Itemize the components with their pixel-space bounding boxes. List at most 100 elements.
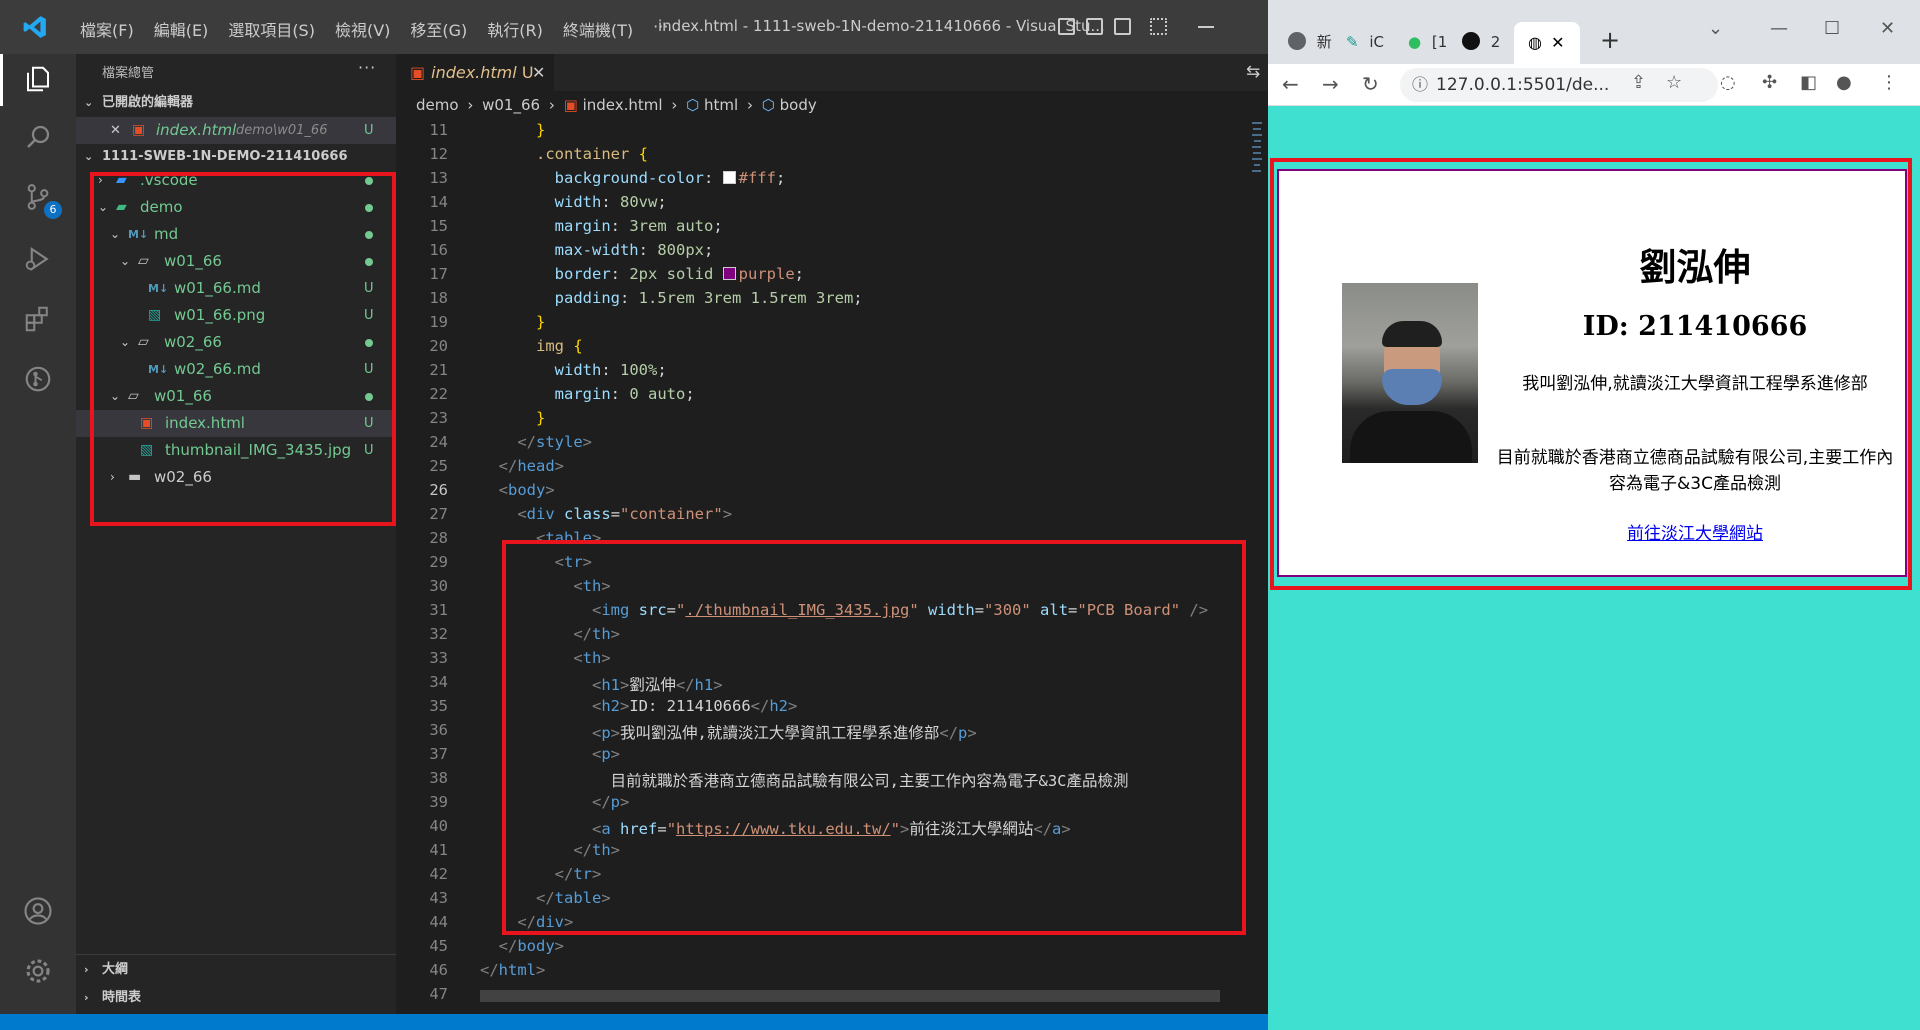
timeline-label: 時間表 xyxy=(102,990,142,1005)
breadcrumb-item[interactable]: body xyxy=(780,96,817,114)
chrome-icon xyxy=(1288,32,1306,50)
new-tab-button[interactable]: + xyxy=(1600,26,1620,54)
html-file-icon: ▣ xyxy=(132,122,146,138)
code-line: </body> xyxy=(498,937,565,955)
close-icon[interactable]: ✕ xyxy=(110,117,121,144)
browser-tab-label: 新 xyxy=(1316,33,1332,51)
tab-search-icon[interactable]: ⌄ xyxy=(1708,18,1723,39)
menu-file[interactable]: 檔案(F) xyxy=(70,17,144,41)
customize-layout-icon[interactable] xyxy=(1150,18,1167,35)
explorer-icon[interactable] xyxy=(22,64,54,96)
reload-icon[interactable]: ↻ xyxy=(1362,72,1379,96)
back-icon[interactable]: ← xyxy=(1282,72,1299,96)
site-info-icon[interactable]: ⓘ xyxy=(1412,68,1428,102)
run-debug-icon[interactable] xyxy=(22,244,54,276)
color-swatch[interactable] xyxy=(722,267,736,280)
bookmark-star-icon[interactable]: ☆ xyxy=(1666,72,1682,93)
browser-tab[interactable]: ● [1 xyxy=(1408,28,1447,56)
side-panel-icon[interactable]: ◧ xyxy=(1800,72,1817,93)
explorer-more-icon[interactable]: ··· xyxy=(358,58,376,77)
highlight-box-code xyxy=(502,540,1246,935)
account-icon[interactable] xyxy=(22,896,54,928)
browser-tab[interactable]: ✎ iC xyxy=(1346,28,1384,56)
extensions-icon[interactable] xyxy=(22,304,54,336)
close-tab-icon[interactable]: ✕ xyxy=(1551,33,1564,52)
line-number: 30 xyxy=(429,577,448,595)
line-number: 39 xyxy=(429,793,448,811)
status-bar xyxy=(0,1014,1268,1030)
vscode-logo-icon xyxy=(23,16,46,38)
toggle-secondary-sidebar-icon[interactable] xyxy=(1114,18,1131,35)
menu-go[interactable]: 移至(G) xyxy=(400,17,477,41)
scm-badge: 6 xyxy=(44,201,62,219)
line-number: 23 xyxy=(429,409,448,427)
open-editors-section[interactable]: ⌄ 已開啟的編輯器 xyxy=(76,90,396,116)
browser-tab[interactable]: 2 xyxy=(1462,28,1500,56)
horizontal-scrollbar[interactable] xyxy=(480,990,1220,1002)
manage-gear-icon[interactable] xyxy=(22,956,54,988)
browser-tab-label: iC xyxy=(1369,33,1385,51)
code-line: .container { xyxy=(536,145,649,163)
git-graph-icon[interactable] xyxy=(22,364,54,396)
code-line: </style> xyxy=(517,433,593,451)
menu-selection[interactable]: 選取項目(S) xyxy=(218,17,325,41)
line-number: 21 xyxy=(429,361,448,379)
search-icon[interactable] xyxy=(22,122,54,154)
minimap[interactable] xyxy=(1250,119,1264,219)
menu-view[interactable]: 檢視(V) xyxy=(325,17,400,41)
color-swatch[interactable] xyxy=(722,171,736,184)
close-window-icon[interactable]: ✕ xyxy=(1880,18,1895,39)
open-editor-name: index.html xyxy=(156,121,237,139)
line-number: 11 xyxy=(429,121,448,139)
line-number: 33 xyxy=(429,649,448,667)
maximize-icon[interactable]: ☐ xyxy=(1824,18,1840,39)
url-text: 127.0.0.1:5501/de... xyxy=(1436,75,1610,95)
breadcrumb-item[interactable]: index.html xyxy=(583,96,663,114)
open-editor-item[interactable]: ✕ ▣ index.html demo\w01_66 U xyxy=(76,117,396,144)
menu-kebab-icon[interactable]: ⋮ xyxy=(1880,72,1898,93)
pen-icon: ✎ xyxy=(1346,33,1359,51)
html-file-icon: ▣ xyxy=(410,63,426,82)
breadcrumb-item[interactable]: demo xyxy=(416,96,459,114)
toggle-panel-icon[interactable] xyxy=(1086,18,1103,35)
extensions-puzzle-icon[interactable]: ✣ xyxy=(1762,72,1777,93)
code-line: </html> xyxy=(480,961,546,979)
profile-icon[interactable]: ● xyxy=(1836,72,1852,93)
line-number: 20 xyxy=(429,337,448,355)
code-line: margin: 0 auto; xyxy=(554,385,695,403)
minimize-icon[interactable]: — xyxy=(1770,18,1788,39)
menu-edit[interactable]: 編輯(E) xyxy=(144,17,219,41)
extension-icon[interactable]: ◌ xyxy=(1720,72,1736,93)
toggle-sidebar-icon[interactable] xyxy=(1058,18,1075,35)
tab-index-html[interactable]: ▣ index.html U ✕ xyxy=(396,54,554,91)
title-bar: 檔案(F) 編輯(E) 選取項目(S) 檢視(V) 移至(G) 執行(R) 終端… xyxy=(0,0,1268,54)
share-icon[interactable]: ⇪ xyxy=(1631,72,1646,93)
close-tab-icon[interactable]: ✕ xyxy=(532,54,545,91)
code-line: background-color: #fff; xyxy=(554,169,786,187)
code-line: <div class="container"> xyxy=(517,505,733,523)
code-line: width: 100%; xyxy=(554,361,667,379)
code-line: margin: 3rem auto; xyxy=(554,217,723,235)
tab-label: index.html xyxy=(431,63,517,82)
line-number: 13 xyxy=(429,169,448,187)
menu-run[interactable]: 執行(R) xyxy=(477,17,553,41)
code-line: border: 2px solid purple; xyxy=(554,265,805,283)
line-number: 16 xyxy=(429,241,448,259)
symbol-icon: ⬡ xyxy=(686,96,700,114)
chevron-right-icon: › xyxy=(84,963,89,976)
compare-changes-icon[interactable]: ⇆ xyxy=(1246,62,1260,82)
browser-tab-active[interactable]: ◍ ✕ xyxy=(1514,22,1580,64)
line-number: 46 xyxy=(429,961,448,979)
breadcrumb-item[interactable]: html xyxy=(704,96,738,114)
line-number: 15 xyxy=(429,217,448,235)
timeline-section[interactable]: › 時間表 xyxy=(76,985,396,1011)
code-line: } xyxy=(536,121,546,139)
browser-tab[interactable]: 新 xyxy=(1288,28,1332,56)
github-icon xyxy=(1462,32,1480,50)
menu-terminal[interactable]: 終端機(T) xyxy=(553,17,643,41)
forward-icon[interactable]: → xyxy=(1322,72,1339,96)
outline-section[interactable]: › 大綱 xyxy=(76,957,396,983)
browser-tab-label: [1 xyxy=(1431,33,1448,51)
minimize-icon[interactable] xyxy=(1198,26,1214,28)
breadcrumb-item[interactable]: w01_66 xyxy=(482,96,540,114)
